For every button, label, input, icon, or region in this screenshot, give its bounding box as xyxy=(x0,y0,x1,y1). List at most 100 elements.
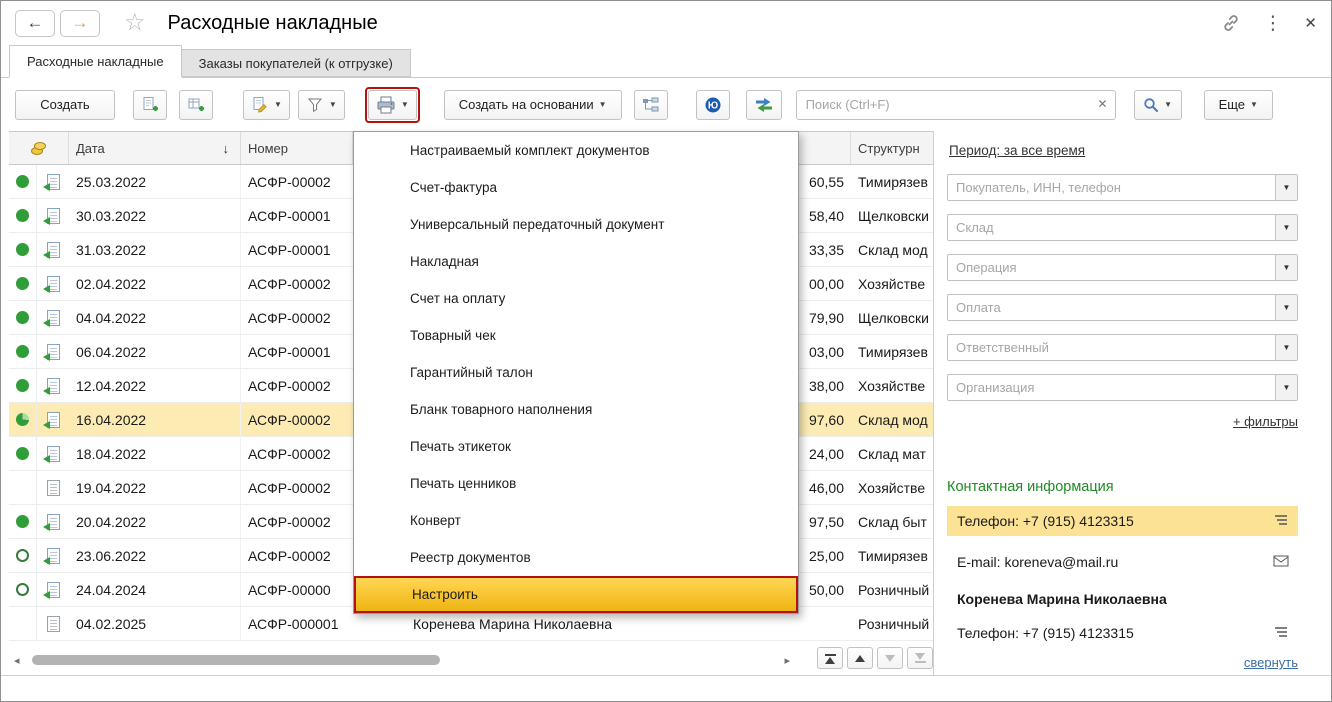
menu-item[interactable]: Конверт xyxy=(354,502,798,539)
create-copy-button[interactable] xyxy=(133,89,167,120)
tab-active[interactable]: Расходные накладные xyxy=(9,45,182,78)
create-group-button[interactable] xyxy=(179,89,213,120)
column-header-number[interactable]: Номер xyxy=(241,132,353,164)
search-options-dropdown[interactable]: ▼ xyxy=(1133,89,1182,120)
collapse-panel-link[interactable]: свернуть xyxy=(1244,655,1298,670)
filter-combo-button[interactable]: ▼ xyxy=(1275,375,1297,400)
scroll-right-icon[interactable]: ▸ xyxy=(779,654,795,667)
go-top-icon xyxy=(824,653,836,664)
column-header-currency[interactable] xyxy=(9,132,69,164)
favorite-star-icon[interactable]: ☆ xyxy=(124,11,146,35)
go-first-button[interactable] xyxy=(817,647,843,669)
document-icon xyxy=(42,547,60,565)
search-box: ✕ xyxy=(795,89,1116,120)
contact-email[interactable]: E-mail: koreneva@mail.ru xyxy=(947,547,1298,577)
filter-input[interactable] xyxy=(947,334,1298,361)
cell-structure: Розничный xyxy=(858,581,930,598)
filter-combo-button[interactable]: ▼ xyxy=(1275,215,1297,240)
filter-input[interactable] xyxy=(947,254,1298,281)
cell-date: 19.04.2022 xyxy=(69,471,241,504)
more-filters-link[interactable]: + фильтры xyxy=(1233,414,1298,429)
status-hollow-icon xyxy=(16,549,29,562)
document-set-dropdown[interactable]: ▼ xyxy=(243,89,290,120)
menu-item[interactable]: Реестр документов xyxy=(354,539,798,576)
go-prev-button[interactable] xyxy=(847,647,873,669)
filter-dropdown[interactable]: ▼ xyxy=(297,89,345,120)
filter-input[interactable] xyxy=(947,294,1298,321)
status-posted-icon xyxy=(16,379,29,392)
filter-input[interactable] xyxy=(947,174,1298,201)
contact-phone[interactable]: Телефон: +7 (915) 4123315 xyxy=(947,618,1298,648)
status-posted-icon xyxy=(16,515,29,528)
scrollbar-thumb[interactable] xyxy=(32,655,440,665)
create-button[interactable]: Создать xyxy=(15,89,115,120)
menu-item[interactable]: Печать ценников xyxy=(354,465,798,502)
scroll-left-icon[interactable]: ◂ xyxy=(9,654,25,667)
print-dropdown[interactable]: ▼ xyxy=(367,89,417,120)
horizontal-scrollbar: ◂ ▸ xyxy=(9,649,795,671)
filter-field: ▼ xyxy=(947,374,1298,401)
forward-button[interactable]: → xyxy=(60,9,100,37)
document-icon xyxy=(42,513,60,531)
column-header-date[interactable]: Дата ↓ xyxy=(69,132,241,164)
menu-item[interactable]: Товарный чек xyxy=(354,317,798,354)
filter-combo-button[interactable]: ▼ xyxy=(1275,295,1297,320)
hierarchy-icon xyxy=(642,97,659,111)
svg-text:Ю: Ю xyxy=(707,100,717,111)
go-next-button[interactable] xyxy=(877,647,903,669)
menu-item[interactable]: Счет на оплату xyxy=(354,280,798,317)
close-icon[interactable]: ✕ xyxy=(1304,14,1317,32)
status-posted-icon xyxy=(16,209,29,222)
get-link-icon[interactable] xyxy=(1221,13,1241,33)
sort-desc-icon: ↓ xyxy=(222,140,230,156)
menu-item[interactable]: Универсальный передаточный документ xyxy=(354,206,798,243)
filter-combo-button[interactable]: ▼ xyxy=(1275,335,1297,360)
column-header-structure[interactable]: Структурн xyxy=(851,132,933,164)
period-link[interactable]: Период: за все время xyxy=(949,143,1085,158)
contact-phone-highlighted[interactable]: Телефон: +7 (915) 4123315 xyxy=(947,506,1298,536)
actions-icon[interactable] xyxy=(1273,625,1289,641)
actions-icon[interactable] xyxy=(1273,513,1289,529)
create-based-on-dropdown[interactable]: Создать на основании ▼ xyxy=(443,89,622,120)
hierarchy-view-button[interactable] xyxy=(633,89,668,120)
more-dropdown[interactable]: Еще ▼ xyxy=(1203,89,1273,120)
filter-input[interactable] xyxy=(947,374,1298,401)
document-icon xyxy=(42,275,60,293)
cell-date: 04.02.2025 xyxy=(69,607,241,640)
contact-person-name: Коренева Марина Николаевна xyxy=(957,591,1167,607)
go-last-button[interactable] xyxy=(907,647,933,669)
scrollbar-track[interactable] xyxy=(25,654,780,666)
filter-panel: Период: за все время ▼ ▼ ▼ ▼ ▼ ▼ + фильт… xyxy=(933,131,1331,675)
clear-search-icon[interactable]: ✕ xyxy=(1098,97,1108,111)
filter-field: ▼ xyxy=(947,334,1298,361)
document-icon xyxy=(46,615,60,632)
menu-item[interactable]: Печать этикеток xyxy=(354,428,798,465)
chevron-down-icon: ▼ xyxy=(598,100,607,109)
cell-number: АСФР-00002 xyxy=(248,173,331,190)
filter-input[interactable] xyxy=(947,214,1298,241)
filter-combo-button[interactable]: ▼ xyxy=(1275,175,1297,200)
tab[interactable]: Заказы покупателей (к отгрузке) xyxy=(180,49,411,77)
filter-combo-button[interactable]: ▼ xyxy=(1275,255,1297,280)
menu-item[interactable]: Бланк товарного наполнения xyxy=(354,391,798,428)
status-partial-icon xyxy=(16,413,29,426)
cell-structure: Щелковски xyxy=(858,309,929,326)
menu-item[interactable]: Гарантийный талон xyxy=(354,354,798,391)
menu-item[interactable]: Накладная xyxy=(354,243,798,280)
chevron-down-icon: ▼ xyxy=(328,100,337,109)
back-button[interactable]: ← xyxy=(15,9,55,37)
search-input[interactable] xyxy=(795,89,1116,120)
email-icon[interactable] xyxy=(1273,554,1289,570)
document-icon xyxy=(42,581,60,599)
menu-item[interactable]: Настраиваемый комплект документов xyxy=(354,132,798,169)
status-posted-icon xyxy=(16,311,29,324)
titlebar: ← → ☆ Расходные накладные ⋮ ✕ xyxy=(1,1,1331,45)
menu-item-configure[interactable]: Настроить xyxy=(354,576,798,613)
filter-field: ▼ xyxy=(947,174,1298,201)
cell-date: 30.03.2022 xyxy=(69,199,241,232)
window-menu-icon[interactable]: ⋮ xyxy=(1263,12,1282,35)
exchange-button[interactable] xyxy=(745,89,782,120)
cell-date: 24.04.2024 xyxy=(69,573,241,606)
yookassa-button[interactable]: Ю xyxy=(695,89,730,120)
menu-item[interactable]: Счет-фактура xyxy=(354,169,798,206)
